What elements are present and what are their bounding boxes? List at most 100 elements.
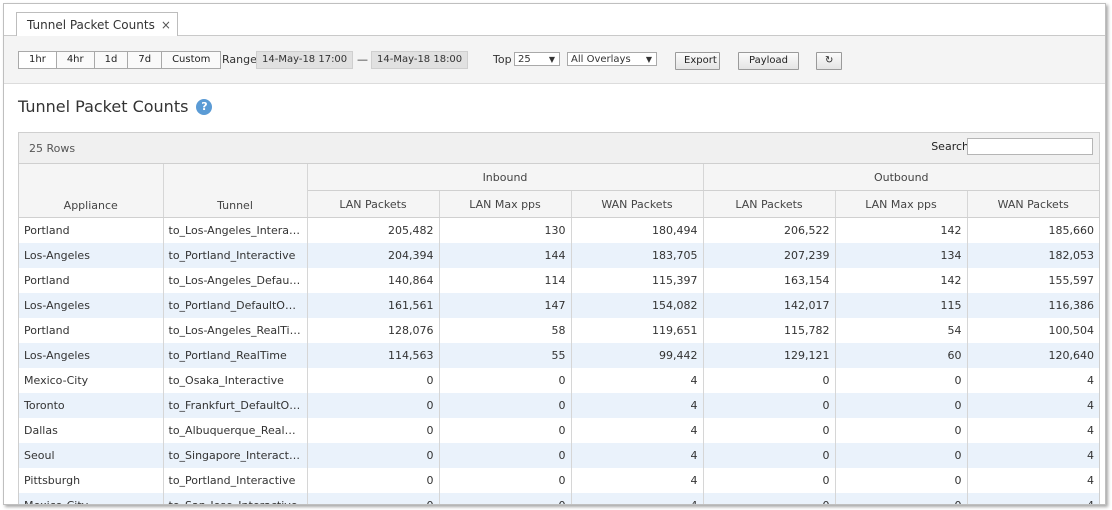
table-cell: 4: [571, 443, 704, 468]
table-cell: Seoul: [19, 443, 164, 468]
range-start-field[interactable]: 14-May-18 17:00: [256, 51, 354, 69]
table-row[interactable]: Seoul to_Singapore_Interactive 0 0 4 0 0 4: [19, 443, 1099, 468]
tab-label: Tunnel Packet Counts: [27, 17, 155, 32]
table-cell: to_Los-Angeles_DefaultOv...: [163, 268, 308, 293]
table-cell: 4: [571, 393, 704, 418]
table-cell: 0: [307, 443, 440, 468]
table-row[interactable]: Los-Angeles to_Portland_Interactive 204,39…: [19, 243, 1099, 268]
table-cell: 0: [307, 368, 440, 393]
table-cell: 0: [307, 468, 440, 493]
group-header-outbound: Outbound: [703, 164, 1099, 191]
table-cell: to_Frankfurt_DefaultOverlay: [163, 393, 308, 418]
column-header-inbound-lan-packets[interactable]: LAN Packets: [307, 190, 440, 218]
table-cell: 4: [967, 393, 1099, 418]
table-cell: 163,154: [703, 268, 836, 293]
range-label: Range: [222, 53, 257, 66]
table-body: Portland to_Los-Angeles_Interactive 205,48…: [19, 217, 1099, 504]
export-button[interactable]: Export: [675, 52, 720, 70]
table-row[interactable]: Portland to_Los-Angeles_RealTime 128,076 58…: [19, 318, 1099, 343]
table-cell: 0: [703, 393, 836, 418]
table-cell: 185,660: [1048, 224, 1095, 237]
table-cell: 100,504: [1048, 324, 1095, 337]
table-row[interactable]: Mexico-Cityto_San-Jose_Interactive004004: [19, 493, 1099, 504]
table-cell: 0: [439, 418, 572, 443]
table-cell: 0: [307, 393, 440, 418]
search-input[interactable]: [967, 138, 1093, 155]
table-row[interactable]: Portland to_Los-Angeles_DefaultOv... 140,8…: [19, 268, 1099, 293]
top-select[interactable]: 25 ▼: [514, 52, 560, 66]
column-header-outbound-lan-packets[interactable]: LAN Packets: [703, 190, 836, 218]
range-custom-button[interactable]: Custom: [162, 52, 221, 68]
help-icon[interactable]: ?: [196, 98, 213, 115]
table-cell: 115: [835, 293, 968, 318]
range-7d-button[interactable]: 7d: [128, 52, 163, 68]
table-row[interactable]: Dallas to_Albuquerque_RealTime 0 0 4 0 0 4: [19, 418, 1099, 443]
range-1d-button[interactable]: 1d: [94, 52, 129, 68]
table-cell: 4: [1087, 424, 1094, 437]
table-cell: 180,494: [571, 217, 704, 243]
table-cell: 4: [1087, 474, 1094, 487]
table-cell: 0: [835, 493, 968, 504]
table-cell: 129,121: [703, 343, 836, 368]
table-cell: 183,705: [571, 243, 704, 268]
overlay-select[interactable]: All Overlays ▼: [567, 52, 657, 66]
table-cell: 207,239: [703, 243, 836, 268]
column-header-appliance[interactable]: Appliance: [19, 164, 164, 218]
column-header-inbound-wan-packets[interactable]: WAN Packets: [571, 190, 704, 218]
table-cell: 0: [439, 368, 572, 393]
column-header-outbound-lan-max-pps[interactable]: LAN Max pps: [835, 190, 968, 218]
range-4hr-button[interactable]: 4hr: [56, 52, 95, 68]
table-cell: 120,640: [967, 343, 1099, 368]
table-cell: 0: [439, 393, 572, 418]
table-row[interactable]: Los-Angeles to_Portland_DefaultOverlay 161…: [19, 293, 1099, 318]
table-cell: 0: [835, 418, 968, 443]
table-cell: Portland: [19, 217, 164, 243]
table-cell: 114,563: [307, 343, 440, 368]
table-cell: 0: [703, 368, 836, 393]
table-cell: 116,386: [967, 293, 1099, 318]
table-cell: 115,397: [571, 268, 704, 293]
table-cell: Portland: [19, 318, 164, 343]
range-1hr-button[interactable]: 1hr: [19, 52, 57, 68]
close-icon[interactable]: ×: [161, 14, 171, 36]
column-header-outbound-wan-packets[interactable]: WAN Packets: [967, 190, 1099, 218]
table-cell: 182,053: [967, 243, 1099, 268]
table-row[interactable]: Torontoto_Frankfurt_DefaultOverlay004004: [19, 393, 1099, 418]
table-cell: to_Singapore_Interactive: [163, 443, 308, 468]
table-cell: to_Los-Angeles_RealTime: [163, 318, 308, 343]
table-cell: 0: [835, 468, 968, 493]
table-cell: 161,561: [307, 293, 440, 318]
table-row[interactable]: Los-Angeles to_Portland_RealTime 114,563 55…: [19, 343, 1099, 368]
table-cell: 4: [571, 368, 704, 393]
column-header-tunnel[interactable]: Tunnel: [163, 164, 308, 218]
table-cell: 4: [571, 418, 704, 443]
table-cell: Pittsburgh: [19, 468, 164, 493]
tab-tunnel-packet-counts[interactable]: Tunnel Packet Counts ×: [16, 12, 178, 36]
table-row[interactable]: Mexico-City to_Osaka_Interactive 0 0 4 0 0 4: [19, 368, 1099, 393]
table-cell: 0: [307, 418, 440, 443]
top-label: Top: [493, 53, 512, 66]
table-cell: 4: [571, 468, 704, 493]
table-cell: 119,651: [571, 318, 704, 343]
payload-button[interactable]: Payload: [738, 52, 799, 70]
table-cell: 4: [1087, 374, 1094, 387]
table-cell: 154,082: [571, 293, 704, 318]
top-select-value: 25: [518, 54, 531, 65]
table-cell: to_San-Jose_Interactive: [163, 493, 308, 504]
table-cell: 4: [967, 493, 1099, 504]
table-row[interactable]: Pittsburgh to_Portland_Interactive 0 0 4 0 0 4: [19, 468, 1099, 493]
table-cell: 55: [439, 343, 572, 368]
table-cell: 60: [835, 343, 968, 368]
time-range-selector: 1hr 4hr 1d 7d Custom: [18, 51, 222, 69]
chevron-down-icon: ▼: [548, 55, 555, 64]
rows-count: 25 Rows: [29, 142, 76, 155]
column-header-inbound-lan-max-pps[interactable]: LAN Max pps: [439, 190, 572, 218]
table-row[interactable]: Portland to_Los-Angeles_Interactive 205,48…: [19, 217, 1099, 243]
table-cell: 147: [439, 293, 572, 318]
tab-strip: Tunnel Packet Counts ×: [4, 4, 1105, 36]
table-cell: 58: [439, 318, 572, 343]
refresh-icon[interactable]: ↻: [816, 52, 842, 70]
table-cell: 204,394: [307, 243, 440, 268]
table-cell: to_Portland_DefaultOverlay: [163, 293, 308, 318]
range-end-field[interactable]: 14-May-18 18:00: [371, 51, 469, 69]
